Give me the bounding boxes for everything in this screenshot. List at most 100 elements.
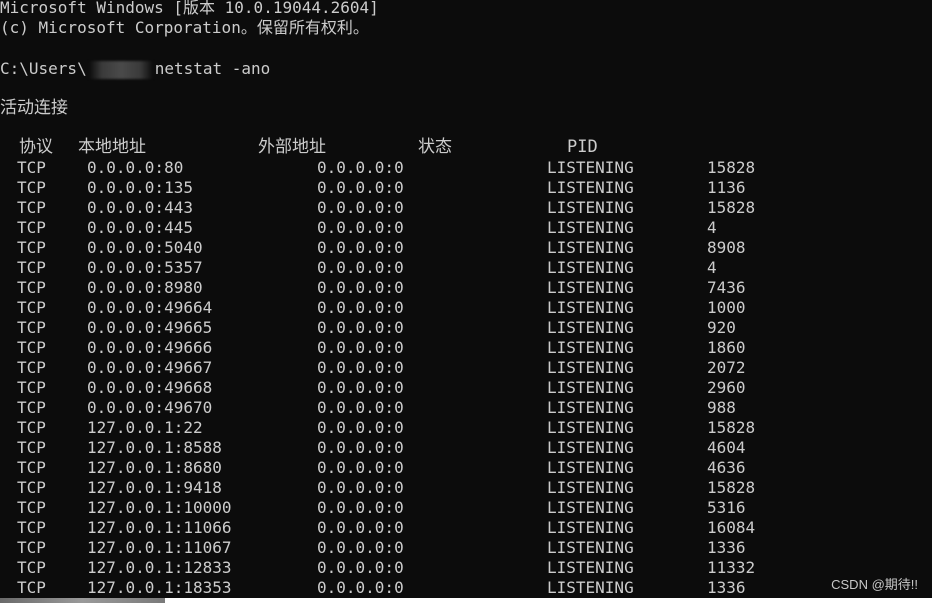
- cell-foreign: 0.0.0.0:0: [317, 518, 404, 537]
- cell-pid: 1336: [707, 578, 746, 597]
- cell-local: 0.0.0.0:135: [87, 178, 193, 197]
- cell-local: 0.0.0.0:8980: [87, 278, 203, 297]
- bottom-edge-shadow: [0, 598, 165, 603]
- cell-pid: 1000: [707, 298, 746, 317]
- table-row: TCP 0.0.0.0:49670 0.0.0.0:0 LISTENING 988: [0, 398, 932, 418]
- cell-local: 0.0.0.0:443: [87, 198, 193, 217]
- cell-pid: 15828: [707, 478, 756, 497]
- table-row: TCP 0.0.0.0:8980 0.0.0.0:0 LISTENING 7436: [0, 278, 932, 298]
- cell-state: LISTENING: [547, 218, 634, 237]
- cell-state: LISTENING: [547, 238, 634, 257]
- prompt-command: netstat -ano: [154, 59, 271, 78]
- cell-foreign: 0.0.0.0:0: [317, 458, 404, 477]
- cell-foreign: 0.0.0.0:0: [317, 578, 404, 597]
- cell-foreign: 0.0.0.0:0: [317, 238, 404, 257]
- cell-foreign: 0.0.0.0:0: [317, 358, 404, 377]
- cell-state: LISTENING: [547, 198, 634, 217]
- cell-local: 0.0.0.0:49667: [87, 358, 213, 377]
- section-title: 活动连接: [0, 98, 68, 118]
- cell-state: LISTENING: [547, 458, 634, 477]
- header-state: 状态: [418, 137, 452, 157]
- banner-copyright-line: (c) Microsoft Corporation。保留所有权利。: [0, 18, 369, 37]
- cell-state: LISTENING: [547, 178, 634, 197]
- cell-pid: 1336: [707, 538, 746, 557]
- cell-proto: TCP: [17, 158, 46, 177]
- table-row: TCP 0.0.0.0:5040 0.0.0.0:0 LISTENING 8908: [0, 238, 932, 258]
- cell-local: 0.0.0.0:445: [87, 218, 193, 237]
- cell-state: LISTENING: [547, 578, 634, 597]
- cell-foreign: 0.0.0.0:0: [317, 558, 404, 577]
- cell-foreign: 0.0.0.0:0: [317, 498, 404, 517]
- table-row: TCP 127.0.0.1:22 0.0.0.0:0 LISTENING 15828: [0, 418, 932, 438]
- cell-proto: TCP: [17, 298, 46, 317]
- cell-local: 127.0.0.1:10000: [87, 498, 232, 517]
- table-row: TCP 127.0.0.1:9418 0.0.0.0:0 LISTENING 15828: [0, 478, 932, 498]
- banner-version-line: Microsoft Windows [版本 10.0.19044.2604]: [0, 0, 379, 17]
- cell-state: LISTENING: [547, 498, 634, 517]
- cell-pid: 2960: [707, 378, 746, 397]
- cell-pid: 920: [707, 318, 736, 337]
- table-row: TCP 0.0.0.0:49668 0.0.0.0:0 LISTENING 2960: [0, 378, 932, 398]
- cell-proto: TCP: [17, 418, 46, 437]
- table-row: TCP 127.0.0.1:10000 0.0.0.0:0 LISTENING 5316: [0, 498, 932, 518]
- table-row: TCP 0.0.0.0:49664 0.0.0.0:0 LISTENING 1000: [0, 298, 932, 318]
- watermark: CSDN @期待!!: [831, 577, 918, 592]
- cell-foreign: 0.0.0.0:0: [317, 278, 404, 297]
- cell-proto: TCP: [17, 258, 46, 277]
- cell-state: LISTENING: [547, 558, 634, 577]
- table-row: TCP 0.0.0.0:5357 0.0.0.0:0 LISTENING 4: [0, 258, 932, 278]
- cell-local: 0.0.0.0:49666: [87, 338, 213, 357]
- table-row: TCP 0.0.0.0:49667 0.0.0.0:0 LISTENING 2072: [0, 358, 932, 378]
- cell-state: LISTENING: [547, 518, 634, 537]
- cell-proto: TCP: [17, 538, 46, 557]
- cell-foreign: 0.0.0.0:0: [317, 538, 404, 557]
- cell-local: 0.0.0.0:80: [87, 158, 184, 177]
- table-row: TCP 127.0.0.1:8680 0.0.0.0:0 LISTENING 4636: [0, 458, 932, 478]
- cell-proto: TCP: [17, 478, 46, 497]
- cell-foreign: 0.0.0.0:0: [317, 338, 404, 357]
- cell-pid: 4: [707, 258, 717, 277]
- cell-local: 127.0.0.1:22: [87, 418, 203, 437]
- cell-proto: TCP: [17, 498, 46, 517]
- console-window[interactable]: Microsoft Windows [版本 10.0.19044.2604] (…: [0, 0, 932, 603]
- cell-proto: TCP: [17, 198, 46, 217]
- cell-local: 0.0.0.0:49665: [87, 318, 213, 337]
- cell-state: LISTENING: [547, 318, 634, 337]
- cell-state: LISTENING: [547, 418, 634, 437]
- cell-local: 127.0.0.1:11066: [87, 518, 232, 537]
- table-row: TCP 0.0.0.0:443 0.0.0.0:0 LISTENING 15828: [0, 198, 932, 218]
- cell-proto: TCP: [17, 558, 46, 577]
- table-row: TCP 127.0.0.1:11067 0.0.0.0:0 LISTENING 1336: [0, 538, 932, 558]
- cell-pid: 15828: [707, 198, 756, 217]
- cell-foreign: 0.0.0.0:0: [317, 218, 404, 237]
- header-local-address: 本地地址: [78, 137, 146, 157]
- header-proto: 协议: [19, 137, 53, 157]
- cell-local: 0.0.0.0:5357: [87, 258, 203, 277]
- redacted-username: [88, 60, 153, 79]
- table-row: TCP 127.0.0.1:8588 0.0.0.0:0 LISTENING 4604: [0, 438, 932, 458]
- cell-pid: 4636: [707, 458, 746, 477]
- cell-foreign: 0.0.0.0:0: [317, 438, 404, 457]
- cell-foreign: 0.0.0.0:0: [317, 318, 404, 337]
- cell-state: LISTENING: [547, 538, 634, 557]
- cell-foreign: 0.0.0.0:0: [317, 398, 404, 417]
- command-prompt-line: C:\Users\ netstat -ano: [0, 59, 270, 79]
- cell-foreign: 0.0.0.0:0: [317, 158, 404, 177]
- cell-state: LISTENING: [547, 358, 634, 377]
- table-row: TCP 127.0.0.1:18353 0.0.0.0:0 LISTENING 1336: [0, 578, 932, 598]
- cell-foreign: 0.0.0.0:0: [317, 178, 404, 197]
- cell-state: LISTENING: [547, 398, 634, 417]
- cell-local: 0.0.0.0:49664: [87, 298, 213, 317]
- cell-foreign: 0.0.0.0:0: [317, 198, 404, 217]
- cell-state: LISTENING: [547, 258, 634, 277]
- table-row: TCP 0.0.0.0:80 0.0.0.0:0 LISTENING 15828: [0, 158, 932, 178]
- cell-proto: TCP: [17, 278, 46, 297]
- header-pid: PID: [567, 137, 598, 157]
- cell-local: 0.0.0.0:49670: [87, 398, 213, 417]
- cell-pid: 15828: [707, 158, 756, 177]
- cell-pid: 5316: [707, 498, 746, 517]
- cell-foreign: 0.0.0.0:0: [317, 258, 404, 277]
- cell-state: LISTENING: [547, 158, 634, 177]
- cell-local: 127.0.0.1:18353: [87, 578, 232, 597]
- cell-local: 0.0.0.0:49668: [87, 378, 213, 397]
